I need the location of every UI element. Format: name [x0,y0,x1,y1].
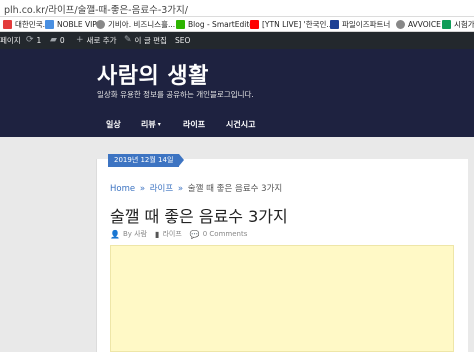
site-description: 일상화 유용한 정보를 공유하는 개인블로그입니다. [97,90,254,99]
admin-updates-link[interactable]: ⟳ 1 [26,32,41,49]
post-comments-link[interactable]: 0 Comments [203,230,248,238]
file-icon [330,20,339,29]
bookmark-item[interactable]: 기비아. 비즈니스흘... [96,19,175,30]
post-category[interactable]: 라이프 [162,229,181,239]
nav-item-daily[interactable]: 일상 [106,115,121,135]
post-date-badge: 2019년 12월 14일 [108,154,185,167]
plus-icon: + [76,35,84,45]
featured-image [110,245,454,352]
globe-icon [396,20,405,29]
globe-icon [96,20,105,29]
comment-icon: 💬 [189,229,200,239]
admin-pages-link[interactable]: 페이지 [0,32,21,49]
bookmark-item[interactable]: 파일이즈파트너 [330,19,390,30]
nav-item-review[interactable]: 리뷰 ▾ [141,115,161,135]
breadcrumb-separator: » [139,184,146,194]
breadcrumb: Home » 라이프 » 술깰 때 좋은 음료수 3가지 [110,182,282,194]
bookmark-item[interactable]: [YTN LIVE] '한국인... [250,19,334,30]
post-meta: 👤 By 사람 ▮ 라이프 💬 0 Comments [110,229,255,239]
admin-comments-link[interactable]: ▰ 0 [50,32,65,49]
nav-item-life[interactable]: 라이프 [183,115,205,135]
bookmarks-bar: 대한민국... NOBLE VIP 기비아. 비즈니스흘... Blog - S… [0,17,474,32]
nav-item-sigeon[interactable]: 시건시고 [226,115,255,135]
folder-icon: ▮ [155,229,160,239]
breadcrumb-category[interactable]: 라이프 [150,184,173,194]
bookmark-item[interactable]: 대한민국... [3,19,50,30]
comment-icon: ▰ [50,35,57,45]
bookmark-item[interactable]: Blog - SmartEditor [176,19,257,30]
post-title: 술깰 때 좋은 음료수 3가지 [110,207,288,226]
site-title[interactable]: 사람의 생활 [97,58,209,90]
breadcrumb-home[interactable]: Home [110,184,135,194]
n-logo-icon [45,20,54,29]
url-text[interactable]: plh.co.kr/라이프/술깰-때-좋은-음료수-3가지/ [4,2,188,16]
admin-bar: 페이지 ⟳ 1 ▰ 0 + 새로 추가 ✎ 이 글 편집 SEO [0,32,474,49]
refresh-icon: ⟳ [26,35,34,45]
admin-seo-link[interactable]: SEO [175,32,190,49]
flag-icon [3,20,12,29]
bookmark-item[interactable]: NOBLE VIP [45,19,97,30]
naver-blog-icon [176,20,185,29]
post-author[interactable]: By 사람 [123,229,147,239]
bookmark-item[interactable]: AVVOICE [396,19,441,30]
breadcrumb-separator: » [177,184,184,194]
address-bar[interactable]: plh.co.kr/라이프/술깰-때-좋은-음료수-3가지/ [0,0,474,17]
chevron-down-icon: ▾ [157,121,161,128]
breadcrumb-current: 술깰 때 좋은 음료수 3가지 [187,184,283,194]
youtube-icon [250,20,259,29]
site-header: 사람의 생활 일상화 유용한 정보를 공유하는 개인블로그입니다. 일상 리뷰 … [0,49,474,137]
admin-new-content-button[interactable]: + 새로 추가 [76,32,117,49]
bookmark-item[interactable]: 시험가 [442,19,474,30]
user-icon: 👤 [110,229,120,239]
admin-edit-post-button[interactable]: ✎ 이 글 편집 [124,32,167,49]
main-nav: 일상 리뷰 ▾ 라이프 시건시고 [0,115,474,135]
pencil-icon: ✎ [124,35,132,45]
sheet-icon [442,20,451,29]
